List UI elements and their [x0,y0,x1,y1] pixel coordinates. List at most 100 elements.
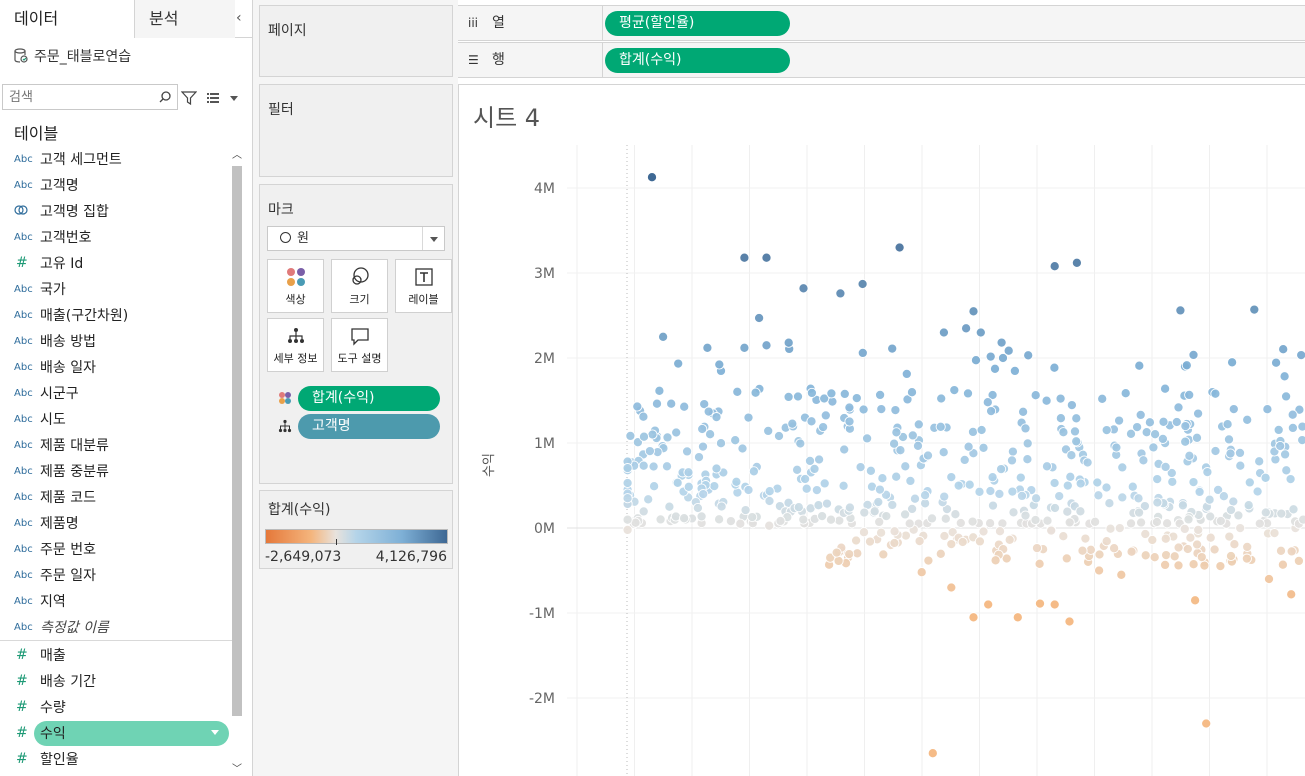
data-point[interactable] [857,347,868,358]
data-point[interactable] [1093,490,1104,501]
data-point[interactable] [1287,409,1298,420]
data-point[interactable] [985,485,996,497]
data-point[interactable] [914,536,925,547]
data-point[interactable] [859,507,870,518]
data-point[interactable] [826,388,837,399]
data-point[interactable] [1204,494,1215,505]
data-point[interactable] [869,506,880,517]
data-point[interactable] [894,242,905,253]
data-point[interactable] [1101,536,1112,547]
data-point[interactable] [1262,404,1273,415]
data-point[interactable] [1004,534,1015,545]
data-point[interactable] [622,514,633,525]
data-point[interactable] [1223,434,1235,445]
data-point[interactable] [1065,471,1076,482]
data-point[interactable] [989,363,1001,374]
data-point[interactable] [1134,360,1145,371]
data-point[interactable] [974,536,985,547]
data-point[interactable] [935,421,946,432]
field-item[interactable]: Abc 배송 방법 [0,328,232,354]
data-point[interactable] [1049,477,1060,489]
data-point[interactable] [1249,304,1260,315]
data-point[interactable] [1241,553,1252,564]
color-button[interactable]: 색상 [267,259,324,313]
data-point[interactable] [1254,456,1265,467]
data-point[interactable] [1218,491,1229,502]
data-point[interactable] [939,491,950,502]
data-point[interactable] [764,520,775,531]
data-point[interactable] [985,351,996,362]
data-point[interactable] [646,172,658,183]
columns-shelf[interactable]: iii 열 평균(할인율) [458,5,1305,41]
data-point[interactable] [1034,558,1045,569]
data-point[interactable] [1117,492,1128,503]
data-point[interactable] [743,484,754,496]
data-point[interactable] [875,389,886,400]
data-point[interactable] [638,460,649,471]
data-point[interactable] [939,530,950,542]
data-point[interactable] [1090,516,1101,527]
data-point[interactable] [1296,350,1305,361]
data-point[interactable] [838,480,849,491]
field-item[interactable]: # 매출 [0,642,232,668]
data-point[interactable] [1279,371,1290,382]
data-point[interactable] [865,465,876,476]
data-point[interactable] [974,486,985,497]
data-point[interactable] [946,472,957,483]
data-point[interactable] [909,493,921,504]
data-point[interactable] [764,486,775,497]
data-point[interactable] [967,516,978,527]
data-point[interactable] [1235,523,1246,534]
data-point[interactable] [844,416,855,427]
data-point[interactable] [978,442,989,453]
data-point[interactable] [1077,545,1088,556]
data-point[interactable] [783,337,794,348]
data-point[interactable] [1199,560,1210,571]
data-point[interactable] [1066,450,1077,461]
data-point[interactable] [1066,400,1077,411]
field-item[interactable]: Abc 배송 일자 [0,354,232,380]
data-point[interactable] [873,496,884,508]
data-point[interactable] [844,402,855,413]
data-point[interactable] [735,518,746,529]
data-point[interactable] [716,501,727,512]
data-point[interactable] [638,431,650,442]
data-point[interactable] [1260,507,1271,518]
data-point[interactable] [1049,599,1060,610]
data-point[interactable] [891,427,902,438]
data-point[interactable] [679,401,690,412]
data-point[interactable] [876,404,887,415]
data-point[interactable] [990,555,1001,566]
data-point[interactable] [890,405,901,416]
data-point[interactable] [857,278,868,290]
data-point[interactable] [996,464,1007,475]
data-point[interactable] [649,481,660,492]
data-point[interactable] [1022,438,1033,449]
data-point[interactable] [1141,427,1152,438]
data-point[interactable] [625,430,636,441]
data-point[interactable] [1064,517,1075,528]
data-point[interactable] [1034,598,1046,609]
data-point[interactable] [761,252,772,263]
data-point[interactable] [996,337,1007,348]
data-point[interactable] [661,461,673,472]
data-point[interactable] [961,323,972,334]
data-point[interactable] [1007,486,1018,497]
data-point[interactable] [1094,565,1105,576]
data-point[interactable] [1049,362,1060,373]
datasource[interactable]: 주문_태블로연습 [14,46,131,66]
data-point[interactable] [1104,498,1115,509]
tooltip-button[interactable]: 도구 설명 [331,318,388,372]
data-point[interactable] [936,393,947,404]
data-point[interactable] [787,418,798,429]
data-point[interactable] [1151,516,1162,528]
data-point[interactable] [702,342,713,353]
data-point[interactable] [711,412,722,423]
data-point[interactable] [761,340,772,351]
search-icon[interactable] [157,89,173,105]
data-point[interactable] [754,312,765,324]
data-point[interactable] [622,493,633,504]
data-point[interactable] [1158,416,1169,427]
data-point[interactable] [986,406,997,417]
data-point[interactable] [1205,532,1216,543]
